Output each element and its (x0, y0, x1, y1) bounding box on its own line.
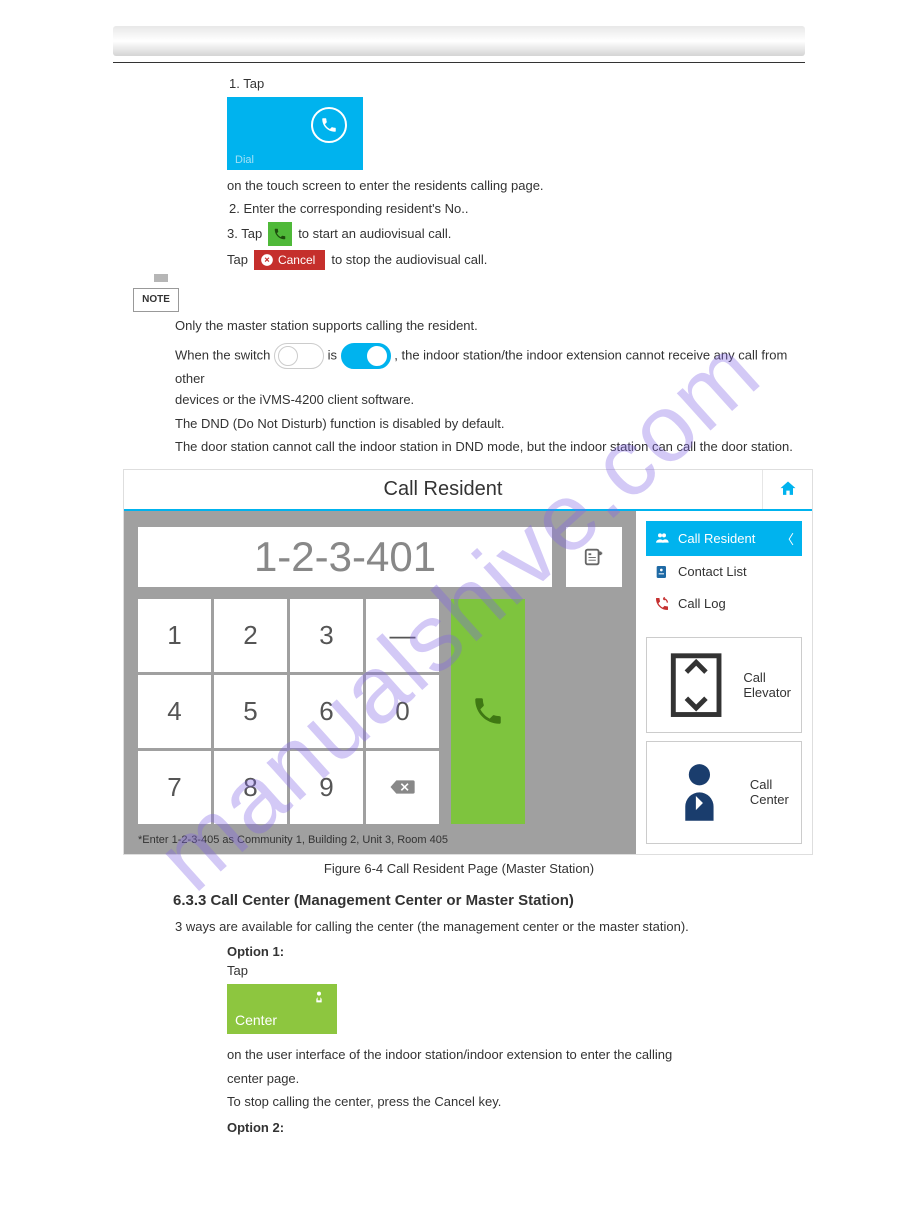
dnd-paragraph: When the switch is , the indoor station/… (175, 343, 795, 390)
sidebar-item-label: Contact List (678, 564, 747, 579)
key-9[interactable]: 9 (290, 751, 363, 824)
header-gradient-bar (113, 26, 805, 56)
option1-rest: on the user interface of the indoor stat… (227, 1045, 795, 1065)
call-resident-ui: Call Resident 1-2-3-401 1 2 3 (123, 469, 813, 855)
option1-rest2: center page. (227, 1069, 795, 1089)
call-elevator-button[interactable]: Call Elevator (646, 637, 802, 733)
figure-caption: Figure 6-4 Call Resident Page (Master St… (123, 861, 795, 876)
ui-keypad-area: 1-2-3-401 1 2 3 — 4 5 6 0 7 (124, 511, 636, 854)
key-1[interactable]: 1 (138, 599, 211, 672)
note-label: NOTE (142, 294, 170, 305)
step-3-prefix: 3. Tap (227, 226, 262, 241)
key-8[interactable]: 8 (214, 751, 287, 824)
ui-title: Call Resident (124, 470, 762, 509)
center-tile[interactable]: Center (227, 984, 337, 1034)
key-dash[interactable]: — (366, 599, 439, 672)
document-content: 1. Tap Dial on the touch screen to enter… (113, 63, 805, 1151)
toggle-off-icon (274, 343, 324, 369)
sidebar-call-log[interactable]: Call Log (646, 588, 802, 620)
step-2: 2. Enter the corresponding resident's No… (253, 200, 795, 218)
dnd-p3: The DND (Do Not Disturb) function is dis… (175, 414, 795, 434)
key-backspace[interactable] (366, 751, 439, 824)
sidebar-contact-list[interactable]: Contact List (646, 556, 802, 588)
option1-tap: Tap (227, 963, 248, 978)
key-2[interactable]: 2 (214, 599, 287, 672)
number-display: 1-2-3-401 (138, 527, 552, 587)
key-4[interactable]: 4 (138, 675, 211, 748)
add-contact-button[interactable] (566, 527, 622, 587)
call-center-button[interactable]: Call Center (646, 741, 802, 844)
ui-sidebar: Call Resident 〈 Contact List Call Log Ca… (636, 511, 812, 854)
key-3[interactable]: 3 (290, 599, 363, 672)
button-label: Call Elevator (743, 670, 791, 700)
key-5[interactable]: 5 (214, 675, 287, 748)
dnd-p4: The door station cannot call the indoor … (175, 437, 795, 457)
sidebar-item-label: Call Log (678, 596, 726, 611)
sidebar-item-label: Call Resident (678, 531, 755, 546)
phone-icon (311, 107, 347, 143)
note-line1: Only the master station supports calling… (175, 316, 795, 336)
section2-p1: 3 ways are available for calling the cen… (175, 917, 795, 937)
option1-label: Option 1: (227, 944, 795, 959)
dnd-p2: devices or the iVMS-4200 client software… (175, 390, 795, 410)
step-1: 1. Tap (253, 75, 795, 93)
step-3-mid2: to stop the audiovisual call. (331, 252, 487, 267)
option1-stop: To stop calling the center, press the Ca… (227, 1092, 795, 1112)
home-button[interactable] (762, 470, 812, 509)
step-1-rest: on the touch screen to enter the residen… (227, 176, 795, 196)
sidebar-call-resident[interactable]: Call Resident 〈 (646, 521, 802, 556)
option2-label: Option 2: (227, 1120, 795, 1135)
key-6[interactable]: 6 (290, 675, 363, 748)
button-label: Call Center (750, 777, 791, 807)
step-3-mid: to start an audiovisual call. (298, 226, 451, 241)
center-tile-label: Center (235, 1012, 277, 1028)
step-3-tap2: Tap (227, 252, 248, 267)
section-heading: 6.3.3 Call Center (Management Center or … (173, 892, 795, 909)
keypad-hint: *Enter 1-2-3-405 as Community 1, Buildin… (138, 834, 622, 846)
ui-titlebar: Call Resident (124, 470, 812, 511)
key-7[interactable]: 7 (138, 751, 211, 824)
keypad: 1 2 3 — 4 5 6 0 7 8 9 (138, 599, 439, 824)
call-big-button[interactable] (451, 599, 525, 824)
call-button[interactable] (268, 222, 292, 246)
note-icon: NOTE (133, 274, 183, 312)
cancel-button[interactable]: Cancel (254, 250, 325, 270)
toggle-on-icon (341, 343, 391, 369)
dial-tile-label: Dial (235, 154, 254, 166)
dial-tile[interactable]: Dial (227, 97, 363, 170)
key-0[interactable]: 0 (366, 675, 439, 748)
